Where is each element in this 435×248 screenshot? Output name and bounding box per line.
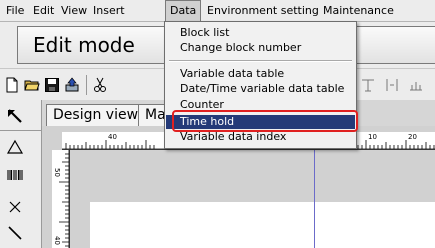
cross-icon[interactable]	[6, 198, 24, 216]
transfer-icon[interactable]	[64, 77, 80, 93]
new-file-icon[interactable]	[4, 77, 20, 93]
ruler-label: 40	[108, 133, 117, 141]
toolbar-separator	[86, 75, 87, 95]
palette-separator	[0, 130, 41, 131]
ruler-label: 50	[53, 168, 61, 177]
tab-design-view[interactable]: Design view	[46, 104, 146, 126]
tool-palette	[0, 100, 42, 248]
menu-item-block-list[interactable]: Block list	[166, 26, 355, 40]
menu-item-datetime-variable-data-table[interactable]: Date/Time variable data table	[166, 82, 355, 96]
menu-item-variable-data-table[interactable]: Variable data table	[166, 67, 355, 81]
menu-separator	[169, 60, 352, 62]
ruler-icon[interactable]	[408, 77, 424, 93]
menu-data[interactable]: Data	[165, 0, 202, 22]
app-window: File Edit View Insert Data Environment s…	[0, 0, 435, 248]
distribute-icon[interactable]	[384, 77, 400, 93]
triangle-icon[interactable]	[6, 138, 24, 156]
vertical-ruler: 50 40	[52, 150, 70, 248]
menu-item-variable-data-index[interactable]: Variable data index	[166, 130, 355, 144]
ruler-label: 20	[408, 133, 417, 141]
open-folder-icon[interactable]	[24, 77, 40, 93]
ruler-label: 10	[368, 133, 377, 141]
save-icon[interactable]	[44, 77, 60, 93]
menu-item-change-block-number[interactable]: Change block number	[166, 41, 355, 55]
menu-file[interactable]: File	[6, 0, 24, 22]
line-icon[interactable]	[6, 224, 24, 242]
label-paper[interactable]	[90, 202, 435, 248]
page-title: Edit mode	[33, 33, 135, 57]
cut-icon[interactable]	[92, 77, 108, 93]
barcode-icon[interactable]	[6, 166, 24, 184]
align-icon[interactable]	[360, 77, 376, 93]
vertical-guide-line	[314, 150, 315, 248]
menu-edit[interactable]: Edit	[33, 0, 54, 22]
menu-bar: File Edit View Insert Data Environment s…	[0, 0, 435, 22]
menu-environment-setting[interactable]: Environment setting	[207, 0, 319, 22]
menu-insert[interactable]: Insert	[93, 0, 125, 22]
menu-view[interactable]: View	[61, 0, 87, 22]
select-arrow-icon[interactable]	[6, 108, 24, 126]
ruler-label: 40	[53, 236, 61, 245]
menu-maintenance[interactable]: Maintenance	[323, 0, 394, 22]
highlight-callout	[172, 110, 358, 132]
